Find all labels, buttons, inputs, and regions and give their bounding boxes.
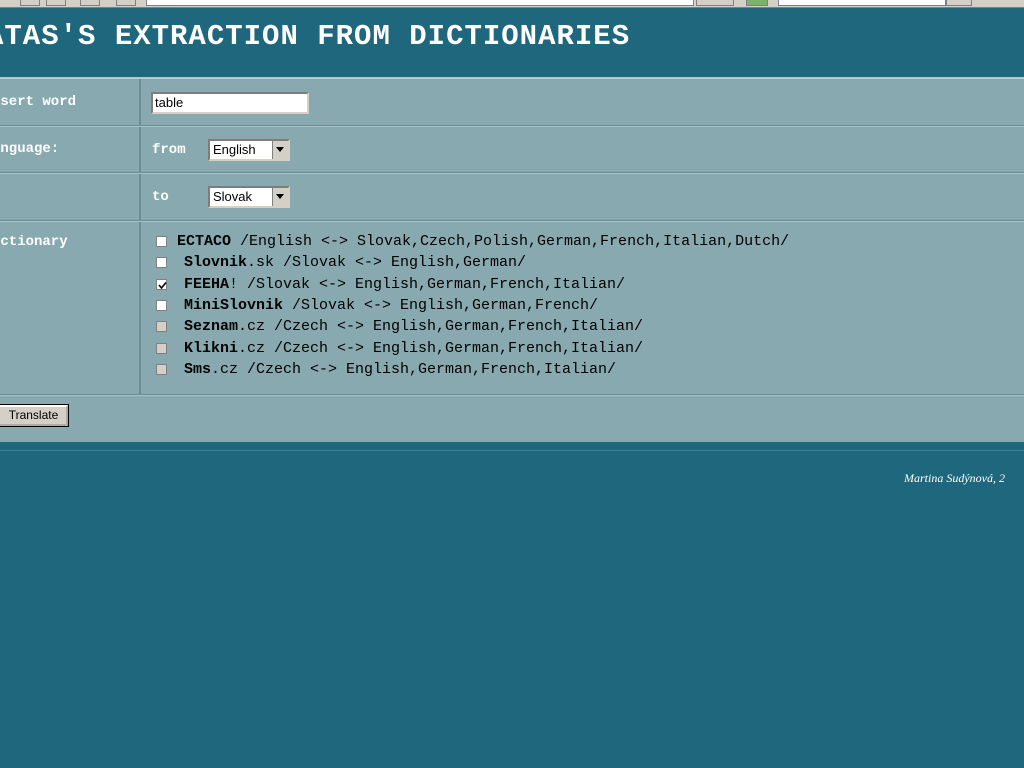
word-input[interactable]: table bbox=[151, 92, 309, 114]
dictionary-checkbox[interactable] bbox=[156, 364, 167, 375]
dictionary-name-bold: FEEHA bbox=[184, 276, 230, 293]
browser-back-button[interactable] bbox=[20, 0, 40, 6]
address-go-button[interactable] bbox=[696, 0, 734, 6]
to-language-value: Slovak bbox=[213, 189, 253, 204]
dictionary-checkbox[interactable] bbox=[156, 343, 167, 354]
from-label: from bbox=[152, 142, 186, 158]
dictionary-languages: /Slovak <-> English,German,French/ bbox=[292, 297, 599, 314]
translate-button[interactable]: Translate bbox=[0, 404, 69, 427]
dictionary-checkbox[interactable] bbox=[156, 321, 167, 332]
dictionary-name: Sms.cz bbox=[184, 361, 238, 378]
from-language-select[interactable]: English bbox=[208, 139, 290, 161]
dictionary-name-suffix: .cz bbox=[238, 340, 266, 357]
row-insert-word: nsert word table bbox=[0, 79, 1024, 127]
footer-divider bbox=[0, 450, 1024, 451]
insert-word-label: nsert word bbox=[0, 94, 77, 110]
language-label: anguage: bbox=[0, 141, 60, 157]
address-bar[interactable] bbox=[146, 0, 694, 6]
row-language-to: to Slovak bbox=[0, 174, 1024, 220]
dictionary-name: Klikni.cz bbox=[184, 340, 265, 357]
to-label: to bbox=[152, 189, 169, 205]
page-title: ATAS'S EXTRACTION FROM DICTIONARIES bbox=[0, 20, 631, 53]
header: ATAS'S EXTRACTION FROM DICTIONARIES bbox=[0, 8, 1024, 74]
search-engine-icon[interactable] bbox=[746, 0, 768, 6]
dictionary-name: Slovnik.sk bbox=[184, 254, 274, 271]
dictionary-languages: /Slovak <-> English,German,French,Italia… bbox=[247, 276, 626, 293]
dictionary-languages: /Czech <-> English,German,French,Italian… bbox=[247, 361, 617, 378]
dictionary-list: ECTACO/English <-> Slovak,Czech,Polish,G… bbox=[156, 233, 1016, 383]
dictionary-name-suffix: .sk bbox=[247, 254, 275, 271]
dictionary-name-bold: Sms bbox=[184, 361, 212, 378]
dictionary-checkbox[interactable] bbox=[156, 300, 167, 311]
browser-search-button[interactable] bbox=[946, 0, 972, 6]
dictionary-name-bold: MiniSlovnik bbox=[184, 297, 284, 314]
chevron-down-icon[interactable] bbox=[272, 141, 288, 159]
dictionary-name-suffix: .cz bbox=[238, 318, 266, 335]
dictionary-name: ECTACO bbox=[177, 233, 231, 250]
dictionary-name-bold: ECTACO bbox=[177, 233, 232, 250]
dictionary-name: MiniSlovnik bbox=[184, 297, 283, 314]
dictionary-name-suffix: ! bbox=[229, 276, 239, 293]
dictionary-languages: /English <-> Slovak,Czech,Polish,German,… bbox=[240, 233, 790, 250]
dictionary-name-bold: Klikni bbox=[184, 340, 239, 357]
dictionary-name-bold: Slovnik bbox=[184, 254, 248, 271]
divider bbox=[0, 395, 1024, 396]
browser-search-field[interactable] bbox=[778, 0, 946, 6]
divider bbox=[0, 221, 1024, 222]
from-language-value: English bbox=[213, 142, 256, 157]
divider bbox=[0, 125, 1024, 126]
dictionary-languages: /Slovak <-> English,German/ bbox=[283, 254, 527, 271]
dictionary-name: Seznam.cz bbox=[184, 318, 265, 335]
dictionary-checkbox[interactable] bbox=[156, 257, 167, 268]
dictionary-checkbox[interactable] bbox=[156, 236, 167, 247]
row-language-from: anguage: from English bbox=[0, 127, 1024, 172]
browser-stop-button[interactable] bbox=[80, 0, 100, 6]
browser-toolbar bbox=[0, 0, 1024, 8]
dictionary-checkbox[interactable] bbox=[156, 279, 167, 290]
browser-forward-button[interactable] bbox=[46, 0, 66, 6]
dictionary-name: FEEHA! bbox=[184, 276, 238, 293]
to-language-select[interactable]: Slovak bbox=[208, 186, 290, 208]
dictionary-languages: /Czech <-> English,German,French,Italian… bbox=[274, 340, 644, 357]
chevron-down-icon[interactable] bbox=[272, 188, 288, 206]
browser-refresh-button[interactable] bbox=[116, 0, 136, 6]
dictionary-languages: /Czech <-> English,German,French,Italian… bbox=[274, 318, 644, 335]
dictionary-label: ictionary bbox=[0, 234, 68, 250]
dictionary-name-bold: Seznam bbox=[184, 318, 239, 335]
footer-author: Martina Sudýnová, 2 bbox=[904, 471, 1005, 485]
dictionary-name-suffix: .cz bbox=[211, 361, 239, 378]
